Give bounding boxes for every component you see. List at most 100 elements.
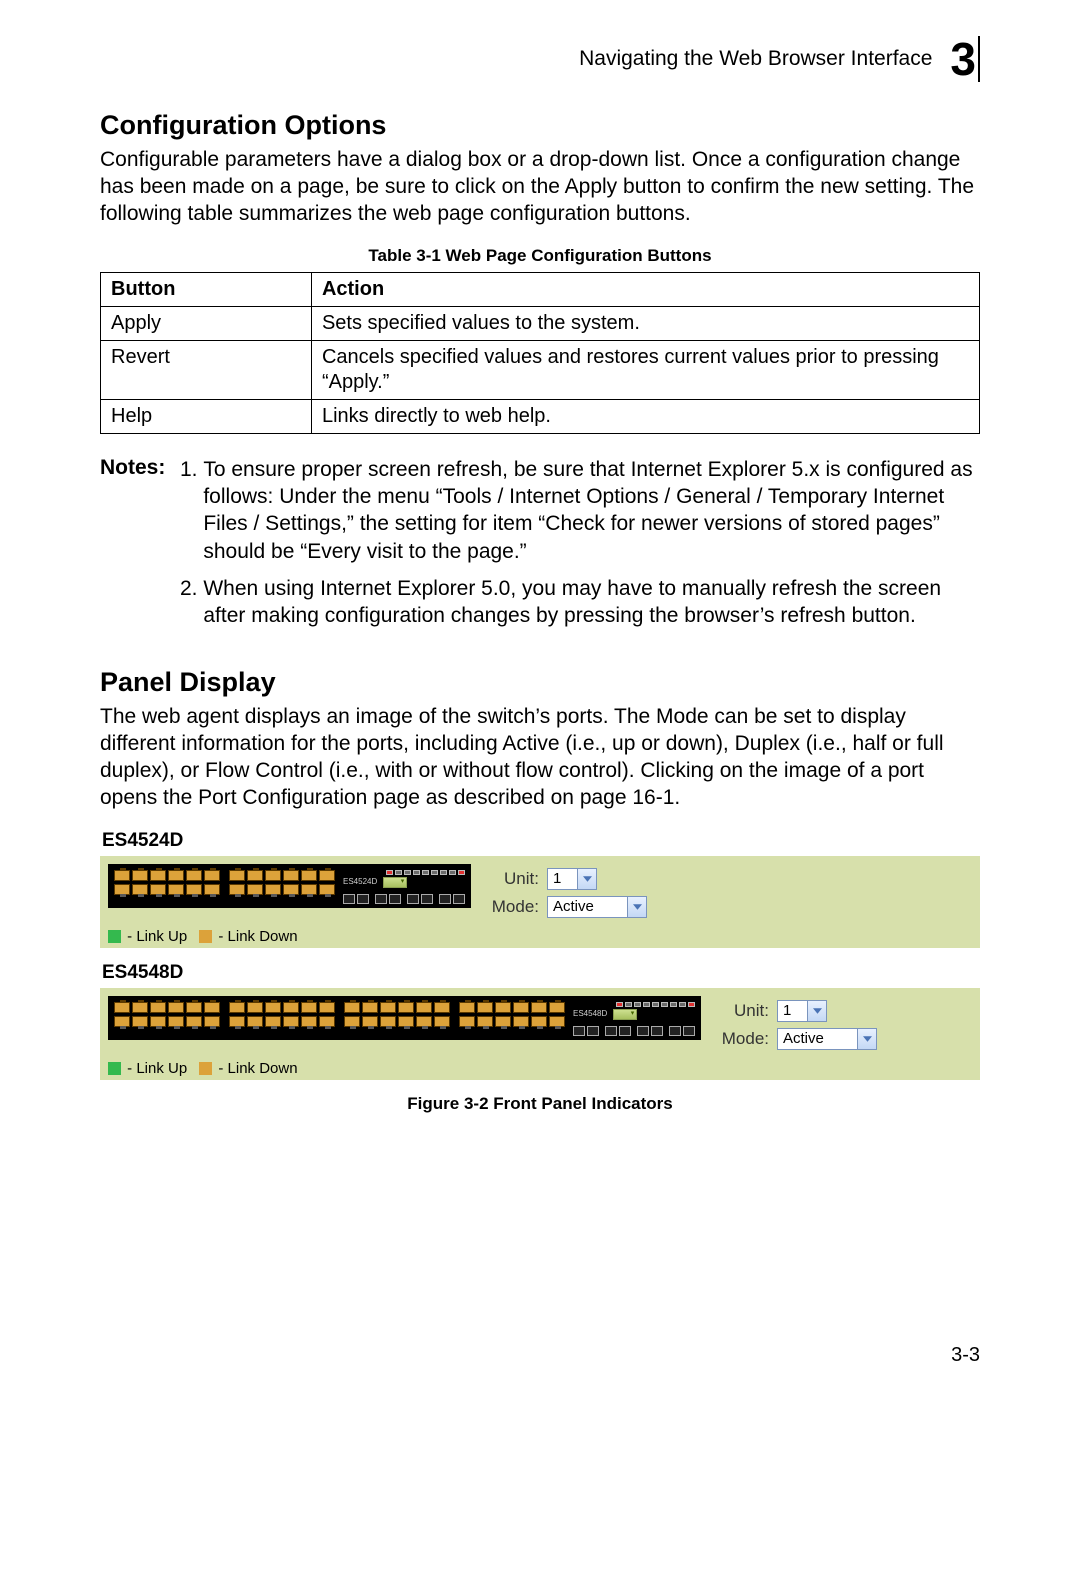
port-icon[interactable] [319,870,335,881]
sfp-slot-icon[interactable] [637,1026,649,1036]
port-icon[interactable] [204,1002,220,1013]
sfp-slot-icon[interactable] [357,894,369,904]
port-icon[interactable] [434,1002,450,1013]
port-icon[interactable] [477,1002,493,1013]
port-icon[interactable] [301,1016,317,1027]
sfp-slot-icon[interactable] [669,1026,681,1036]
port-icon[interactable] [398,1002,414,1013]
port-icon[interactable] [513,1016,529,1027]
port-icon[interactable] [150,884,166,895]
port-icon[interactable] [229,870,245,881]
mode-dropdown[interactable]: Active [777,1028,877,1050]
sfp-slot-icon[interactable] [375,894,387,904]
sfp-slot-icon[interactable] [453,894,465,904]
mode-dropdown[interactable]: Active [547,896,647,918]
sfp-slot-icon[interactable] [343,894,355,904]
port-icon[interactable] [362,1016,378,1027]
port-icon[interactable] [132,1016,148,1027]
port-icon[interactable] [114,1016,130,1027]
port-icon[interactable] [229,884,245,895]
port-icon[interactable] [186,884,202,895]
port-icon[interactable] [513,1002,529,1013]
port-icon[interactable] [265,1016,281,1027]
port-icon[interactable] [247,1002,263,1013]
unit-dropdown[interactable]: 1 [547,868,597,890]
port-icon[interactable] [495,1016,511,1027]
port-icon[interactable] [265,1002,281,1013]
port-icon[interactable] [204,884,220,895]
port-icon[interactable] [132,1002,148,1013]
port-icon[interactable] [301,870,317,881]
port-icon[interactable] [186,1016,202,1027]
port-icon[interactable] [416,1002,432,1013]
table-header-row: Button Action [101,272,980,306]
port-icon[interactable] [380,1016,396,1027]
port-icon[interactable] [434,1016,450,1027]
port-icon[interactable] [265,870,281,881]
port-icon[interactable] [344,1002,360,1013]
port-icon[interactable] [283,1002,299,1013]
sfp-slot-icon[interactable] [587,1026,599,1036]
port-icon[interactable] [168,1016,184,1027]
port-icon[interactable] [186,870,202,881]
port-icon[interactable] [186,1002,202,1013]
sfp-slot-icon[interactable] [389,894,401,904]
faceplate-mode-dropdown[interactable] [613,1009,637,1020]
port-icon[interactable] [265,884,281,895]
port-icon[interactable] [150,1002,166,1013]
table-row: Help Links directly to web help. [101,399,980,433]
port-icon[interactable] [168,870,184,881]
port-icon[interactable] [150,1016,166,1027]
sfp-slot-icon[interactable] [439,894,451,904]
port-icon[interactable] [150,870,166,881]
running-head: Navigating the Web Browser Interface 3 [100,36,980,82]
port-icon[interactable] [549,1002,565,1013]
port-icon[interactable] [132,870,148,881]
status-led-icon [661,1002,668,1007]
port-icon[interactable] [132,884,148,895]
port-icon[interactable] [283,870,299,881]
port-icon[interactable] [168,884,184,895]
port-icon[interactable] [319,1002,335,1013]
port-icon[interactable] [229,1002,245,1013]
unit-dropdown[interactable]: 1 [777,1000,827,1022]
port-icon[interactable] [301,1002,317,1013]
port-icon[interactable] [247,1016,263,1027]
sfp-slot-icon[interactable] [573,1026,585,1036]
sfp-slot-icon[interactable] [651,1026,663,1036]
port-icon[interactable] [459,1016,475,1027]
port-icon[interactable] [459,1002,475,1013]
port-icon[interactable] [247,884,263,895]
status-led-icon [395,870,402,875]
port-icon[interactable] [344,1016,360,1027]
port-icon[interactable] [283,1016,299,1027]
table-row: Apply Sets specified values to the syste… [101,306,980,340]
sfp-slot-icon[interactable] [619,1026,631,1036]
port-icon[interactable] [204,1016,220,1027]
port-icon[interactable] [549,1016,565,1027]
port-icon[interactable] [398,1016,414,1027]
port-icon[interactable] [319,1016,335,1027]
port-icon[interactable] [114,870,130,881]
faceplate-mode-dropdown[interactable] [383,877,407,888]
port-icon[interactable] [477,1016,493,1027]
port-icon[interactable] [114,1002,130,1013]
port-icon[interactable] [380,1002,396,1013]
port-icon[interactable] [301,884,317,895]
port-icon[interactable] [114,884,130,895]
sfp-slot-icon[interactable] [605,1026,617,1036]
sfp-slot-icon[interactable] [407,894,419,904]
port-icon[interactable] [247,870,263,881]
port-icon[interactable] [283,884,299,895]
port-icon[interactable] [229,1016,245,1027]
sfp-slot-icon[interactable] [421,894,433,904]
port-icon[interactable] [416,1016,432,1027]
port-icon[interactable] [204,870,220,881]
port-icon[interactable] [319,884,335,895]
port-icon[interactable] [168,1002,184,1013]
sfp-slot-icon[interactable] [683,1026,695,1036]
port-icon[interactable] [362,1002,378,1013]
port-icon[interactable] [531,1016,547,1027]
port-icon[interactable] [495,1002,511,1013]
port-icon[interactable] [531,1002,547,1013]
